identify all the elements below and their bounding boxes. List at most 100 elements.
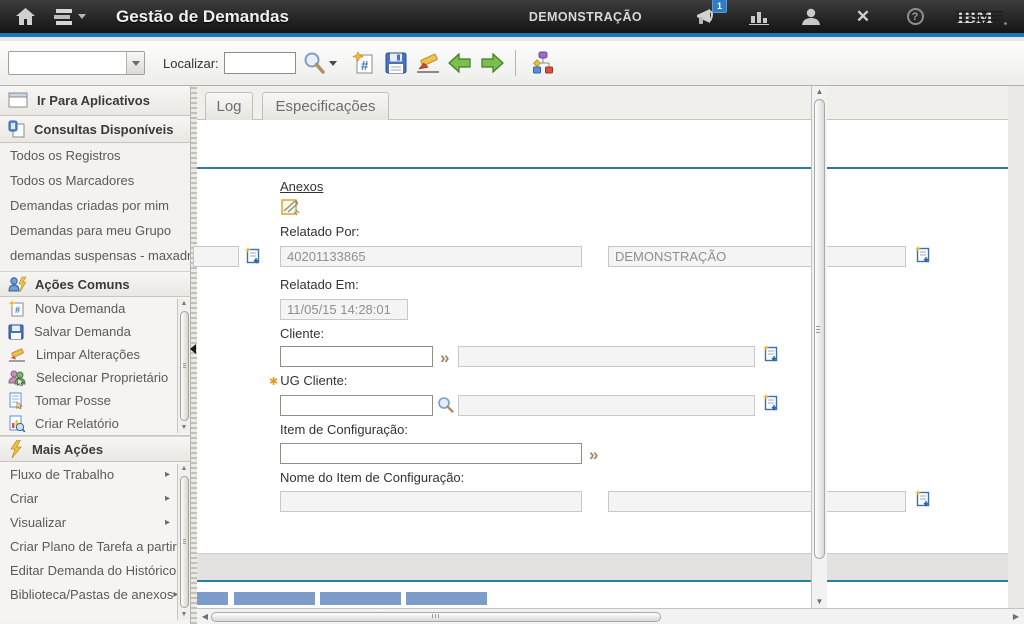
find-input[interactable] [224, 52, 296, 74]
sidebar-section-available-queries[interactable]: Consultas Disponíveis [0, 116, 190, 143]
scroll-down-arrow[interactable]: ▼ [812, 596, 827, 608]
ug-client-input[interactable] [280, 395, 433, 416]
scrollbar-thumb[interactable] [814, 99, 825, 559]
ibm-logo: IBM [956, 6, 1008, 28]
tab-content-toolbar [197, 120, 1008, 167]
page-title: Gestão de Demandas [116, 7, 289, 27]
more-actions-icon [8, 440, 24, 458]
detail-menu-icon[interactable] [244, 247, 262, 265]
new-record-icon[interactable]: # [351, 50, 377, 76]
hidden-field-fragment [193, 246, 239, 267]
sidebar-section-more-actions[interactable]: Mais Ações [0, 436, 190, 462]
scroll-up-arrow[interactable]: ▲ [179, 464, 189, 474]
scroll-right-arrow[interactable]: ▶ [1010, 610, 1022, 624]
attachments-icon[interactable] [281, 198, 301, 218]
sidebar-section-common-actions[interactable]: Ações Comuns [0, 271, 190, 297]
more-action-workflow[interactable]: Fluxo de Trabalho▸ [0, 462, 190, 486]
save-icon [8, 324, 24, 340]
clear-changes-icon[interactable] [415, 50, 441, 76]
config-item-name-field [280, 491, 582, 512]
go-to-detail-chevron-icon[interactable]: » [589, 446, 598, 463]
required-field-icon: ✱ [269, 376, 278, 388]
action-clear-changes[interactable]: Limpar Alterações [0, 343, 190, 366]
query-combobox[interactable] [8, 51, 145, 75]
detail-menu-icon[interactable] [914, 246, 932, 264]
action-new-demand[interactable]: # Nova Demanda [0, 297, 190, 320]
workflow-route-icon[interactable] [530, 50, 556, 76]
more-action-create[interactable]: Criar▸ [0, 486, 190, 510]
common-actions-list: # Nova Demanda Salvar Demanda Limpar Alt… [0, 297, 190, 436]
more-actions-scrollbar[interactable]: ▲ ▼ [177, 464, 190, 620]
previous-record-icon[interactable] [447, 50, 473, 76]
more-action-create-task-plan[interactable]: Criar Plano de Tarefa a partir d... [0, 534, 190, 558]
tab-log[interactable]: Log [205, 92, 253, 120]
select-value-icon[interactable] [437, 396, 454, 413]
query-item[interactable]: Todos os Registros [0, 143, 190, 168]
chevron-down-icon [132, 61, 140, 66]
submenu-arrow-icon: ▸ [165, 517, 170, 528]
footer-button-placeholder[interactable] [197, 592, 228, 605]
home-icon[interactable] [14, 6, 36, 28]
action-save-demand[interactable]: Salvar Demanda [0, 320, 190, 343]
scroll-down-arrow[interactable]: ▼ [179, 423, 189, 433]
section-divider [197, 580, 1008, 582]
footer-button-placeholder[interactable] [406, 592, 487, 605]
action-take-ownership[interactable]: Tomar Posse [0, 389, 190, 412]
config-item-input[interactable] [280, 443, 582, 464]
action-create-report[interactable]: Criar Relatório [0, 412, 190, 435]
more-action-attachment-library[interactable]: Biblioteca/Pastas de anexos▸ [0, 582, 190, 606]
common-actions-scrollbar[interactable]: ▲ ▼ [177, 299, 190, 433]
reported-by-label: Relatado Por: [280, 224, 360, 239]
scroll-down-arrow[interactable]: ▼ [179, 610, 189, 620]
collapse-sidebar-arrow-icon[interactable] [190, 344, 196, 354]
scroll-left-arrow[interactable]: ◀ [199, 610, 211, 624]
reported-by-field: 40201133865 [280, 246, 582, 267]
scrollbar-thumb[interactable] [211, 612, 661, 622]
config-item-name-field2 [608, 491, 906, 512]
save-icon[interactable] [383, 50, 409, 76]
tab-especificacoes[interactable]: Especificações [262, 92, 389, 120]
query-item[interactable]: Demandas para meu Grupo [0, 218, 190, 243]
app-header: Gestão de Demandas DEMONSTRAÇÃO 1 ✕ ? IB… [0, 0, 1024, 37]
section-label: Ir Para Aplicativos [37, 93, 150, 108]
sign-out-icon[interactable]: ✕ [852, 6, 874, 28]
search-options-caret-icon[interactable] [329, 61, 337, 66]
go-to-detail-chevron-icon[interactable]: » [440, 349, 449, 366]
attachments-link[interactable]: Anexos [280, 179, 323, 194]
query-item[interactable]: demandas suspensas - maxadmin [0, 243, 190, 268]
horizontal-scrollbar[interactable]: ◀ ▶ [197, 608, 1024, 624]
detail-menu-icon[interactable] [762, 345, 780, 363]
demand-form: Anexos Relatado Por: 40201133865 DEMONST… [197, 169, 1008, 553]
submenu-arrow-icon: ▸ [165, 469, 170, 480]
environment-label: DEMONSTRAÇÃO [529, 10, 642, 24]
sidebar-section-go-to-applications[interactable]: Ir Para Aplicativos [0, 86, 190, 116]
scrollbar-thumb[interactable] [180, 311, 189, 421]
combobox-dropdown-button[interactable] [126, 52, 144, 74]
scroll-up-arrow[interactable]: ▲ [179, 299, 189, 309]
search-icon[interactable] [301, 50, 327, 76]
detail-menu-icon[interactable] [762, 394, 780, 412]
action-select-owner[interactable]: Selecionar Proprietário [0, 366, 190, 389]
footer-button-placeholder[interactable] [234, 592, 315, 605]
detail-menu-icon[interactable] [914, 490, 932, 508]
client-input[interactable] [280, 346, 433, 367]
bulletins-icon[interactable]: 1 [696, 6, 718, 28]
query-item[interactable]: Todos os Marcadores [0, 168, 190, 193]
more-action-edit-history-demand[interactable]: Editar Demanda do Histórico [0, 558, 190, 582]
app-switcher-icon[interactable] [50, 6, 90, 28]
create-report-icon [8, 415, 25, 432]
profile-icon[interactable] [800, 6, 822, 28]
reports-icon[interactable] [748, 6, 770, 28]
more-action-view[interactable]: Visualizar▸ [0, 510, 190, 534]
footer-button-placeholder[interactable] [320, 592, 401, 605]
query-item[interactable]: Demandas criadas por mim [0, 193, 190, 218]
scrollbar-thumb[interactable] [180, 476, 189, 608]
vertical-scrollbar[interactable]: ▲ ▼ [811, 86, 827, 608]
next-record-icon[interactable] [479, 50, 505, 76]
reported-date-field: 11/05/15 14:28:01 [280, 299, 408, 320]
scroll-up-arrow[interactable]: ▲ [812, 86, 827, 98]
help-icon[interactable]: ? [904, 6, 926, 28]
config-item-label: Item de Configuração: [280, 422, 408, 437]
section-label: Mais Ações [32, 442, 103, 457]
reported-by-name-field: DEMONSTRAÇÃO [608, 246, 906, 267]
